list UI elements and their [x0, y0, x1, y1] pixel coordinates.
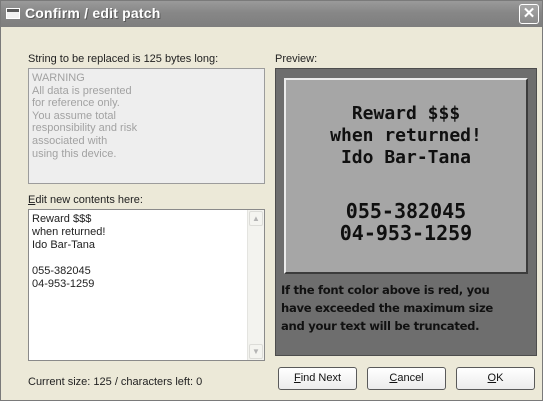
ok-button[interactable]: OK	[456, 367, 535, 390]
window-title: Confirm / edit patch	[25, 5, 161, 21]
close-icon: ✕	[522, 5, 536, 22]
note-line: have exceeded the maximum size	[281, 301, 493, 315]
dialog-window: Confirm / edit patch ✕ String to be repl…	[0, 0, 543, 401]
cancel-button[interactable]: Cancel	[367, 367, 446, 390]
preview-line: 055-382045	[345, 199, 467, 223]
edit-label-text: dit new contents here:	[35, 194, 143, 206]
note-line: and your text will be truncated.	[281, 319, 480, 333]
warning-line: All data is presented	[32, 84, 132, 97]
ok-label: K	[496, 372, 504, 384]
preview-line: when returned!	[330, 125, 482, 146]
preview-label: Preview:	[275, 53, 318, 65]
textarea-scrollbar[interactable]: ▲ ▼	[247, 210, 264, 360]
scroll-up-button[interactable]: ▲	[249, 211, 263, 226]
scroll-down-button[interactable]: ▼	[249, 344, 263, 359]
warning-line: WARNING	[32, 72, 85, 84]
truncation-note: If the font color above is red, you have…	[281, 281, 531, 335]
edit-contents-label: Edit new contents here:	[28, 194, 143, 206]
ok-mnemonic: O	[487, 372, 497, 384]
original-string-box: WARNING All data is presented for refere…	[28, 68, 265, 184]
window-icon	[6, 8, 20, 19]
title-bar[interactable]: Confirm / edit patch ✕	[1, 1, 542, 27]
preview-panel: Reward $$$ when returned! Ido Bar-Tana 0…	[275, 68, 537, 356]
warning-line: responsibility and risk	[32, 122, 138, 135]
note-line: If the font color above is red, you	[281, 283, 490, 297]
find-next-mnemonic: F	[293, 372, 301, 384]
find-next-label: ind Next	[300, 372, 342, 384]
chevron-up-icon: ▲	[252, 214, 260, 223]
warning-line: for reference only.	[32, 97, 120, 110]
preview-line: Reward $$$	[351, 103, 461, 124]
chevron-down-icon: ▼	[252, 347, 260, 356]
close-button[interactable]: ✕	[519, 4, 539, 24]
find-next-button[interactable]: Find Next	[278, 367, 357, 390]
warning-line: associated with	[32, 134, 108, 147]
new-contents-text[interactable]: Reward $$$ when returned! Ido Bar-Tana 0…	[32, 213, 244, 291]
new-contents-textarea[interactable]: Reward $$$ when returned! Ido Bar-Tana 0…	[28, 209, 265, 361]
preview-screen: Reward $$$ when returned! Ido Bar-Tana 0…	[284, 78, 528, 274]
string-length-label: String to be replaced is 125 bytes long:	[28, 53, 219, 65]
preview-line: 04-953-1259	[339, 221, 473, 245]
preview-line: Ido Bar-Tana	[340, 147, 472, 168]
size-status: Current size: 125 / characters left: 0	[28, 376, 203, 388]
warning-line: You assume total	[32, 109, 116, 122]
cancel-label: ancel	[397, 372, 424, 384]
warning-line: using this device.	[32, 147, 117, 160]
